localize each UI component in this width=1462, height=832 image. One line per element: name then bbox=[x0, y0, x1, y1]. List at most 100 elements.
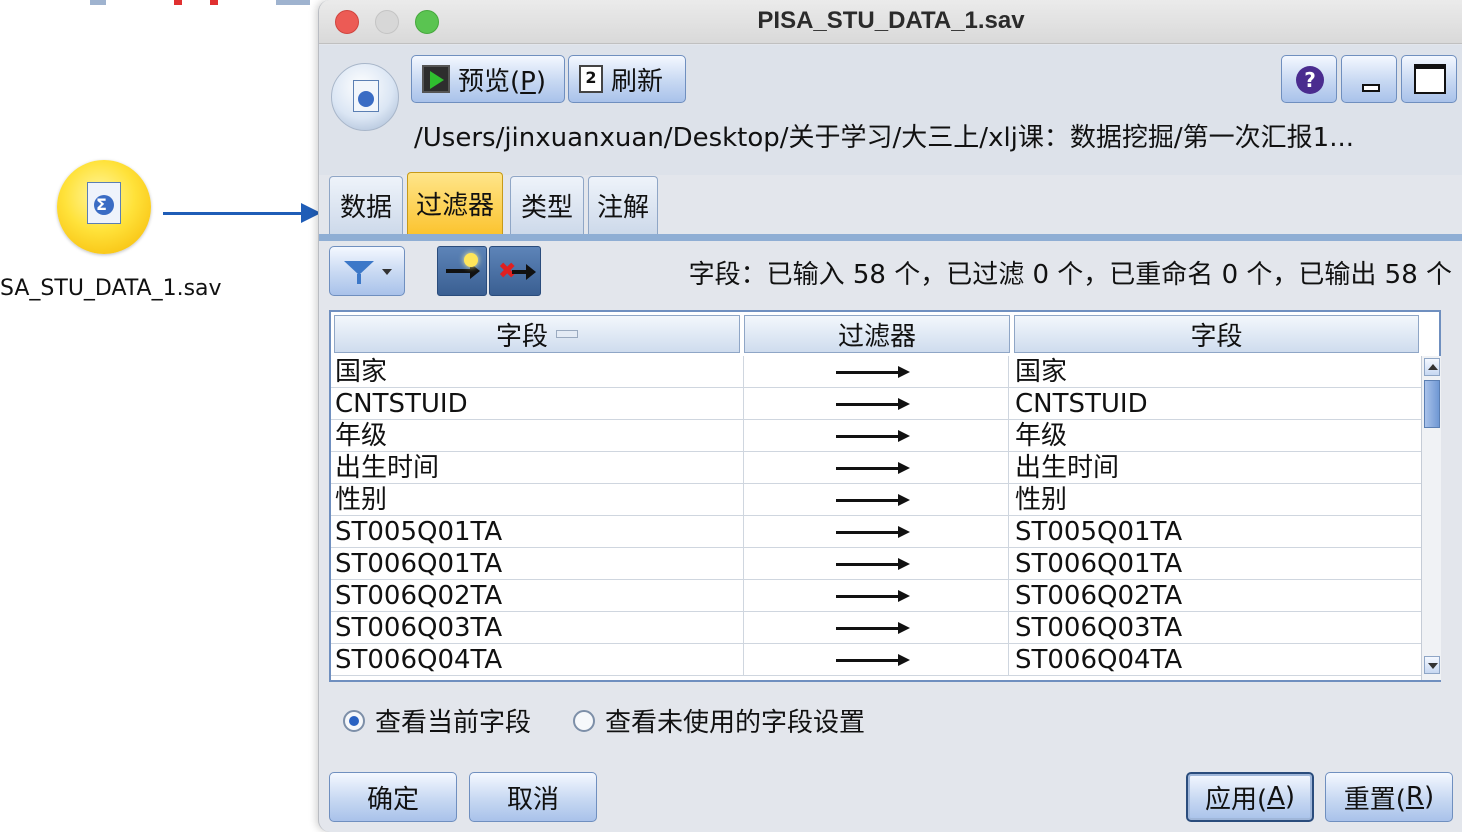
pass-arrow-icon bbox=[836, 526, 910, 538]
table-row[interactable]: ST005Q01TA ST005Q01TA bbox=[331, 516, 1421, 548]
output-field-cell[interactable]: 年级 bbox=[1015, 420, 1417, 452]
reset-mnemonic: R bbox=[1405, 782, 1425, 812]
table-row[interactable]: CNTSTUID CNTSTUID bbox=[331, 388, 1421, 420]
output-field-cell[interactable]: ST006Q03TA bbox=[1015, 612, 1417, 644]
column-header-label: 字段 bbox=[495, 321, 548, 352]
output-field-cell[interactable]: ST006Q02TA bbox=[1015, 580, 1417, 612]
play-film-icon bbox=[422, 65, 450, 93]
field-count-summary: 字段：已输入 58 个，已过滤 0 个，已重命名 0 个，已输出 58 个 bbox=[688, 260, 1452, 290]
pass-arrow-icon bbox=[836, 558, 910, 570]
refresh-button[interactable]: 2 刷新 bbox=[568, 55, 686, 103]
input-field-cell: ST006Q04TA bbox=[335, 645, 503, 675]
reset-label: 重置( bbox=[1343, 784, 1406, 815]
help-icon: ? bbox=[1296, 66, 1324, 94]
pass-arrow-icon bbox=[836, 494, 910, 506]
minimize-icon bbox=[1362, 84, 1380, 92]
sort-indicator-icon bbox=[556, 330, 578, 338]
preview-button[interactable]: 预览(P) bbox=[411, 55, 565, 103]
pass-arrow-icon bbox=[836, 398, 910, 410]
column-header-filter[interactable]: 过滤器 bbox=[744, 315, 1010, 353]
cancel-button[interactable]: 取消 bbox=[469, 772, 597, 822]
radio-selected-icon[interactable] bbox=[343, 709, 365, 732]
canvas-toolbar-fragment bbox=[70, 0, 320, 6]
filter-toggle-cell[interactable] bbox=[743, 516, 1009, 548]
maximize-icon bbox=[1414, 64, 1446, 94]
filter-toggle-cell[interactable] bbox=[743, 356, 1009, 388]
window-title: PISA_STU_DATA_1.sav bbox=[757, 7, 1025, 34]
block-arrow-icon bbox=[512, 264, 536, 280]
table-body: 国家 国家 CNTSTUID CNTSTUID 年级 年级 出生时间 出生时间 … bbox=[331, 356, 1421, 680]
preview-label: 预览(P) bbox=[458, 66, 546, 97]
filter-toggle-cell[interactable] bbox=[743, 644, 1009, 676]
reset-label-suffix: ) bbox=[1424, 782, 1435, 812]
help-button[interactable]: ? bbox=[1281, 55, 1337, 103]
table-row[interactable]: ST006Q01TA ST006Q01TA bbox=[331, 548, 1421, 580]
source-file-icon bbox=[331, 63, 399, 131]
table-header: 字段 过滤器 字段 bbox=[331, 312, 1421, 356]
title-bar: PISA_STU_DATA_1.sav bbox=[319, 0, 1462, 44]
filter-table: 字段 过滤器 字段 国家 国家 CNTSTUID CNTSTUID 年级 年级 bbox=[329, 310, 1441, 682]
pass-arrow-icon bbox=[446, 263, 480, 279]
table-row[interactable]: ST006Q04TA ST006Q04TA bbox=[331, 644, 1421, 676]
exclude-fields-toggle[interactable]: ✖ bbox=[489, 246, 541, 296]
output-field-cell[interactable]: CNTSTUID bbox=[1015, 388, 1417, 420]
tab-divider bbox=[319, 234, 1462, 241]
refresh-label: 刷新 bbox=[611, 66, 664, 97]
reset-button[interactable]: 重置(R) bbox=[1325, 772, 1453, 822]
pass-arrow-icon bbox=[836, 462, 910, 474]
input-field-cell: ST006Q01TA bbox=[335, 549, 503, 579]
table-row[interactable]: 性别 性别 bbox=[331, 484, 1421, 516]
scroll-thumb[interactable] bbox=[1424, 380, 1440, 428]
output-field-cell[interactable]: ST006Q04TA bbox=[1015, 644, 1417, 676]
input-field-cell: ST005Q01TA bbox=[335, 517, 503, 547]
input-field-cell: 出生时间 bbox=[335, 453, 440, 483]
table-row[interactable]: 年级 年级 bbox=[331, 420, 1421, 452]
filter-toggle-cell[interactable] bbox=[743, 580, 1009, 612]
column-header-output-field[interactable]: 字段 bbox=[1014, 315, 1419, 353]
tab-type[interactable]: 类型 bbox=[510, 176, 584, 234]
sparkle-icon bbox=[464, 253, 478, 267]
output-field-cell[interactable]: 出生时间 bbox=[1015, 452, 1417, 484]
output-field-cell[interactable]: 性别 bbox=[1015, 484, 1417, 516]
table-row[interactable]: ST006Q02TA ST006Q02TA bbox=[331, 580, 1421, 612]
filter-toggle-cell[interactable] bbox=[743, 612, 1009, 644]
filter-options-dropdown[interactable] bbox=[329, 246, 405, 296]
apply-mnemonic: A bbox=[1267, 782, 1285, 812]
output-field-cell[interactable]: ST006Q01TA bbox=[1015, 548, 1417, 580]
minimize-panel-button[interactable] bbox=[1341, 55, 1397, 103]
filter-toggle-cell[interactable] bbox=[743, 452, 1009, 484]
filter-toggle-cell[interactable] bbox=[743, 484, 1009, 516]
tab-annotations[interactable]: 注解 bbox=[588, 176, 658, 234]
scroll-up-arrow-icon[interactable] bbox=[1424, 358, 1440, 376]
filter-toggle-cell[interactable] bbox=[743, 420, 1009, 452]
sigma-icon: Σ bbox=[96, 195, 107, 214]
source-node-icon[interactable]: Σ bbox=[57, 160, 151, 254]
table-scrollbar[interactable] bbox=[1421, 356, 1441, 680]
output-field-cell[interactable]: 国家 bbox=[1015, 356, 1417, 388]
tab-filter[interactable]: 过滤器 bbox=[407, 172, 503, 234]
radio-unselected-icon[interactable] bbox=[573, 709, 595, 732]
document-icon bbox=[353, 80, 379, 112]
apply-button[interactable]: 应用(A) bbox=[1186, 772, 1314, 822]
ok-button[interactable]: 确定 bbox=[329, 772, 457, 822]
tab-data[interactable]: 数据 bbox=[329, 176, 403, 234]
table-row[interactable]: ST006Q03TA ST006Q03TA bbox=[331, 612, 1421, 644]
column-header-input-field[interactable]: 字段 bbox=[334, 315, 740, 353]
dialog-header: 预览(P) 2 刷新 ? /Users/jinxuanxuan/Desktop/… bbox=[319, 45, 1462, 175]
view-unused-fields-option[interactable]: 查看未使用的字段设置 bbox=[573, 702, 865, 739]
input-field-cell: 年级 bbox=[335, 421, 388, 451]
table-row[interactable]: 出生时间 出生时间 bbox=[331, 452, 1421, 484]
pass-arrow-icon bbox=[836, 654, 910, 666]
filter-dialog: PISA_STU_DATA_1.sav 预览(P) 2 刷新 ? /Users/… bbox=[318, 0, 1462, 832]
include-fields-toggle[interactable] bbox=[437, 246, 487, 296]
view-current-fields-option[interactable]: 查看当前字段 bbox=[343, 702, 531, 739]
table-row[interactable]: 国家 国家 bbox=[331, 356, 1421, 388]
funnel-icon bbox=[344, 261, 374, 275]
input-field-cell: CNTSTUID bbox=[335, 389, 468, 419]
output-field-cell[interactable]: ST005Q01TA bbox=[1015, 516, 1417, 548]
pass-arrow-icon bbox=[836, 430, 910, 442]
filter-toggle-cell[interactable] bbox=[743, 388, 1009, 420]
maximize-panel-button[interactable] bbox=[1401, 55, 1457, 103]
scroll-down-arrow-icon[interactable] bbox=[1424, 656, 1440, 674]
filter-toggle-cell[interactable] bbox=[743, 548, 1009, 580]
